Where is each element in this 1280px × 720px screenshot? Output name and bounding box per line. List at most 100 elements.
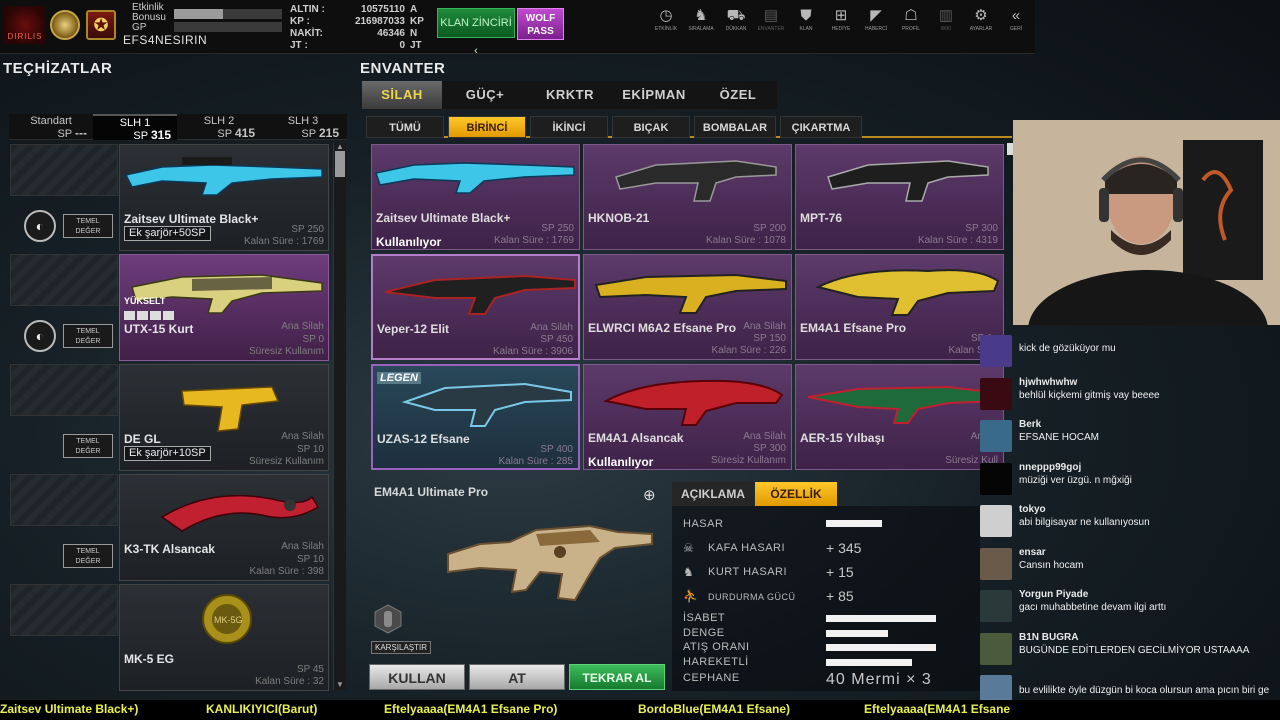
base-value-badge: TEMEL DEĞER — [63, 324, 113, 348]
equipped-weapon-card[interactable]: DE GL Ek şarjör+10SP Ana Silah SP 10 Süresiz… — [119, 364, 329, 471]
rebuy-button[interactable]: TEKRAR AL — [569, 664, 665, 690]
item-type: Ana Silah — [743, 321, 786, 332]
inventory-item[interactable]: Zaitsev Ultimate Black+ SP 250 Kalan Süre … — [371, 144, 580, 250]
item-name: Zaitsev Ultimate Black+ — [376, 211, 511, 225]
nav-wiki[interactable]: ▥ WIKI — [928, 7, 964, 32]
equipment-scrollbar[interactable]: ▲ ▼ — [333, 143, 346, 690]
upgrade-badge: YÜKSELT — [124, 296, 166, 306]
tab-sub-6[interactable]: ÇIKARTMA — [780, 116, 862, 138]
tab-sub-5[interactable]: BOMBALAR — [694, 116, 776, 138]
wolf-pass-button[interactable]: WOLF PASS — [517, 8, 564, 40]
nav-label: KLAN — [799, 26, 813, 32]
inventory-item[interactable]: HKNOB-21 SP 200 Kalan Süre : 1078 — [583, 144, 792, 250]
nav-wolf[interactable]: ♞ SIRALAMA — [683, 7, 719, 32]
inventory-item[interactable]: ELWRCI M6A2 Efsane Pro Ana Silah SP 150 Kal… — [583, 254, 792, 360]
tab-sub-1[interactable]: TÜMÜ — [366, 116, 444, 138]
chat-username: Berk — [1019, 419, 1042, 430]
base-value-line2: DEĞER — [75, 228, 101, 235]
clan-chain-button[interactable]: KLAN ZİNCİRİ ‹ — [437, 8, 515, 57]
wolf-pass-line1: WOLF — [525, 13, 556, 24]
weapon-image — [807, 385, 999, 424]
drop-button[interactable]: AT — [469, 664, 565, 690]
gold-value: 10575110 — [361, 4, 405, 15]
inventory-item[interactable]: MPT-76 SP 300 Kalan Süre : 4319 — [795, 144, 1004, 250]
nav-briefcase[interactable]: ▤ ENVANTER — [753, 7, 789, 32]
webcam-overlay — [1013, 120, 1280, 325]
attachment-slot[interactable] — [10, 474, 118, 526]
clan-shield-icon: ⛊ — [800, 7, 812, 24]
tab-main-1[interactable]: SİLAH — [362, 81, 442, 109]
loadout-tab-2[interactable]: SLH 1 SP 315 — [93, 114, 177, 142]
tab-main-3[interactable]: KRKTR — [528, 81, 612, 109]
attachment-slot[interactable] — [10, 584, 118, 636]
zoom-icon[interactable]: ⊕ — [643, 486, 661, 504]
tab-properties[interactable]: ÖZELLİK — [755, 482, 837, 506]
megaphone-icon: ◤ — [870, 7, 882, 24]
loadout-tabs: Standart SP --- SLH 1 SP 315 SLH 2 SP 415 SLH … — [9, 114, 347, 142]
inventory-item[interactable]: AER-15 YılbaşıAna SSüresiz Kull — [795, 364, 1004, 470]
attachment-icon[interactable]: ◐ — [24, 210, 56, 242]
loadout-sp-label: SP — [217, 128, 232, 140]
weapon-name: K3-TK Alsancak — [124, 542, 215, 556]
inventory-item[interactable]: EM4A1 Efsane ProSP 1..Kalan Süre — [795, 254, 1004, 360]
equipped-weapon-card[interactable]: K3-TK Alsancak Ana Silah SP 10 Kalan Süre :… — [119, 474, 329, 581]
tab-main-5[interactable]: ÖZEL — [696, 81, 780, 109]
tab-main-2[interactable]: GÜÇ+ — [442, 81, 528, 109]
tab-main-4[interactable]: EKİPMAN — [612, 81, 696, 109]
equipped-weapon-card[interactable]: Zaitsev Ultimate Black+ Ek şarjör+50SP SP … — [119, 144, 329, 251]
nav-back[interactable]: « GERİ — [998, 7, 1034, 32]
loadout-tab-1[interactable]: Standart SP --- — [9, 114, 93, 140]
nav-profile[interactable]: ☖ PROFİL — [893, 7, 929, 32]
loadout-tab-4[interactable]: SLH 3 SP 215 — [261, 114, 345, 140]
inventory-item[interactable]: EM4A1 Alsancak Ana Silah SP 300 Süresiz Kul… — [583, 364, 792, 470]
inventory-item[interactable]: LEGEN UZAS-12 Efsane SP 400 Kalan Süre : 28… — [371, 364, 580, 470]
item-sp: SP 300 — [753, 443, 786, 454]
equipped-weapon-card[interactable]: MK-5G MK-5 EG SP 45 Kalan Süre : 32 — [119, 584, 329, 691]
tab-sub-2[interactable]: BİRİNCİ — [448, 116, 526, 138]
weapon-image — [815, 269, 1000, 316]
item-duration: Süresiz Kullanım — [710, 455, 786, 466]
loadout-tab-name: SLH 3 — [287, 115, 319, 127]
stat-sub-label: KURT HASARI — [708, 566, 788, 578]
gold-unit: A — [410, 4, 418, 15]
attachment-icon[interactable]: ◐ — [24, 320, 56, 352]
attachment-slot[interactable] — [10, 364, 118, 416]
chat-text: abi bilgisayar ne kullanıyosun — [1019, 517, 1150, 528]
jt-unit: JT — [410, 40, 422, 51]
attachment-slot[interactable] — [10, 144, 118, 196]
nav-megaphone[interactable]: ◤ HABERCİ — [858, 7, 894, 32]
scroll-up-icon[interactable]: ▲ — [334, 143, 346, 151]
tab-description[interactable]: AÇIKLAMA — [672, 482, 754, 506]
equipped-weapon-card[interactable]: YÜKSELT UTX-15 Kurt Ana Silah SP 0 Süresiz K… — [119, 254, 329, 361]
chat-text: Cansın hocam — [1019, 559, 1084, 571]
nav-clan-shield[interactable]: ⛊ KLAN — [788, 7, 824, 32]
chat-message: Berk EFSANE HOCAM — [975, 418, 1280, 460]
avatar — [980, 632, 1012, 665]
item-name: MPT-76 — [800, 211, 843, 225]
nav-gear[interactable]: ⚙ AYARLAR — [963, 7, 999, 32]
loadout-tab-3[interactable]: SLH 2 SP 415 — [177, 114, 261, 140]
tab-sub-3[interactable]: İKİNCİ — [530, 116, 608, 138]
base-value-badge: TEMEL DEĞER — [63, 544, 113, 568]
stat-sub-value: + 345 — [826, 540, 862, 556]
use-button[interactable]: KULLAN — [369, 664, 465, 690]
tab-sub-4[interactable]: BIÇAK — [612, 116, 690, 138]
nav-clock[interactable]: ◷ ETKİNLİK — [648, 7, 684, 32]
inventory-item[interactable]: Veper-12 Elit Ana Silah SP 450 Kalan Süre :… — [371, 254, 580, 360]
chat-text: müziği ver üzgü. n mğxiği — [1019, 474, 1132, 486]
base-value-line2: DEĞER — [75, 448, 101, 455]
kill-ticker: Zaitsev Ultimate Black+) KANLIKIYICI(Baru… — [0, 700, 1280, 720]
item-name: ELWRCI M6A2 Efsane Pro — [588, 321, 737, 335]
top-bar: DIRILIS ✪ Etkinlik Bonusu GP EFS4NESIRIN… — [0, 0, 1035, 57]
nav-cart[interactable]: ⛟ DÜKKAN — [718, 7, 754, 32]
chat-message: tokyo abi bilgisayar ne kullanıyosun — [975, 503, 1280, 545]
scroll-thumb[interactable] — [335, 151, 345, 177]
nav-gift[interactable]: ⊞ HEDİYE — [823, 7, 859, 32]
attachment-slot[interactable] — [10, 254, 118, 306]
scroll-down-icon[interactable]: ▼ — [334, 681, 346, 689]
compare-button[interactable]: KARŞILAŞTIR — [371, 641, 432, 654]
chat-username: Yorgun Piyade — [1019, 589, 1089, 600]
weapon-image: MK-5G — [202, 594, 252, 644]
item-sp: SP 150 — [753, 333, 786, 344]
loadout-tab-name: SLH 2 — [203, 115, 235, 127]
